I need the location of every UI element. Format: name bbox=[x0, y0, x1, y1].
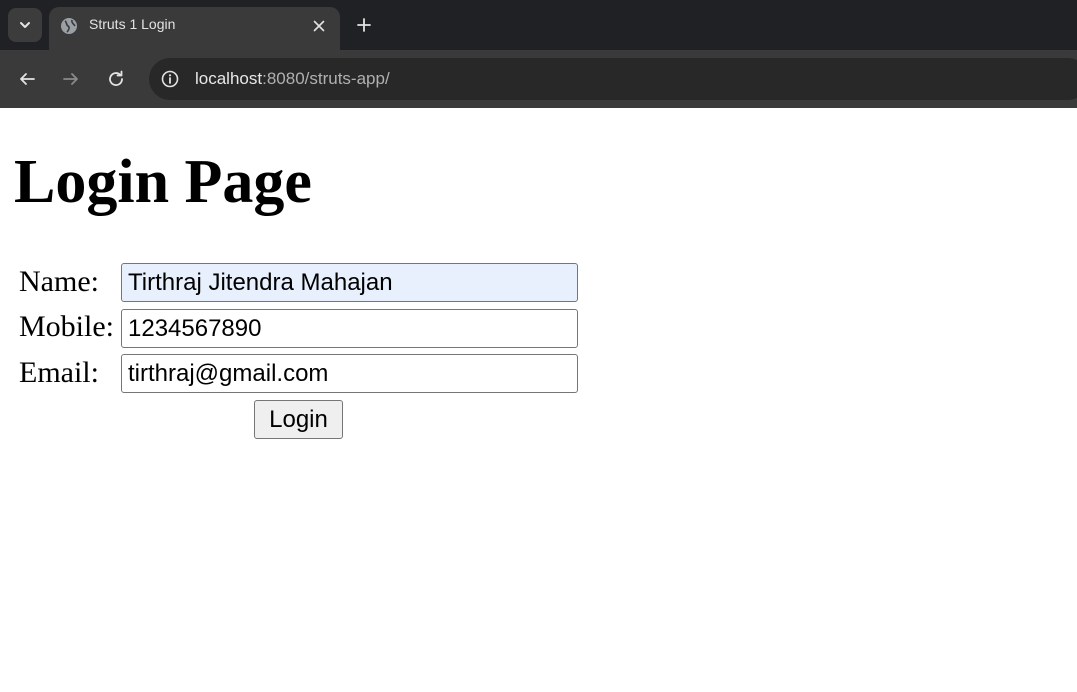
tab-search-button[interactable] bbox=[8, 8, 42, 42]
email-label: Email: bbox=[19, 356, 99, 389]
url-text: localhost:8080/struts-app/ bbox=[195, 69, 390, 89]
url-path: :8080/struts-app/ bbox=[262, 69, 390, 88]
reload-button[interactable] bbox=[104, 67, 128, 91]
globe-icon bbox=[61, 18, 77, 34]
tab-close-button[interactable] bbox=[310, 17, 328, 35]
plus-icon bbox=[357, 18, 371, 32]
url-host: localhost bbox=[195, 69, 263, 88]
mobile-label: Mobile: bbox=[19, 310, 114, 343]
email-input[interactable] bbox=[121, 354, 578, 393]
close-icon bbox=[313, 20, 325, 32]
reload-icon bbox=[109, 70, 123, 86]
browser-tab-strip: Struts 1 Login bbox=[0, 0, 1077, 50]
back-button[interactable] bbox=[15, 67, 39, 91]
forward-button[interactable] bbox=[59, 67, 83, 91]
tab-title: Struts 1 Login bbox=[89, 16, 176, 32]
new-tab-button[interactable] bbox=[353, 14, 375, 36]
name-input[interactable] bbox=[121, 263, 578, 302]
browser-toolbar: localhost:8080/struts-app/ bbox=[0, 50, 1077, 108]
name-label: Name: bbox=[19, 265, 99, 298]
info-icon bbox=[161, 70, 179, 88]
page-content: Login Page Name: Mobile: Email: Login bbox=[0, 108, 1077, 692]
site-info-button[interactable] bbox=[160, 69, 180, 89]
active-tab[interactable]: Struts 1 Login bbox=[49, 7, 340, 50]
mobile-input[interactable] bbox=[121, 309, 578, 348]
page-title: Login Page bbox=[14, 148, 312, 216]
address-bar[interactable]: localhost:8080/struts-app/ bbox=[149, 58, 1077, 100]
login-button[interactable]: Login bbox=[254, 400, 343, 439]
chevron-down-icon bbox=[20, 22, 30, 28]
arrow-right-icon bbox=[63, 73, 78, 85]
arrow-left-icon bbox=[20, 73, 35, 85]
